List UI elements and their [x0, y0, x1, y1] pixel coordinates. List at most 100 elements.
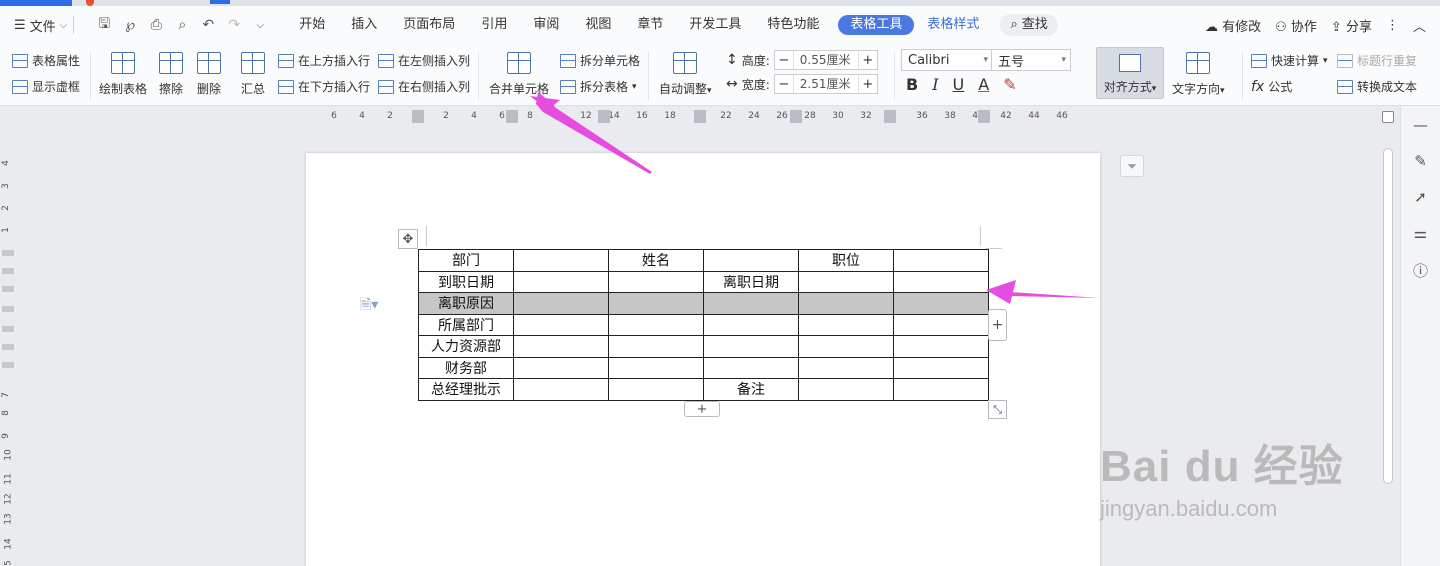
table-cell[interactable] — [893, 356, 989, 379]
table-cell[interactable] — [703, 335, 799, 358]
undo-icon[interactable]: ↶ — [200, 17, 216, 33]
auto-fit-button[interactable]: 自动调整▾ — [659, 52, 712, 97]
table-cell[interactable]: 人力资源部 — [418, 335, 514, 358]
vertical-ruler[interactable]: 4 3 2 1 7 8 9 10 11 12 13 14 15 — [0, 128, 16, 566]
tab-insert[interactable]: 插入 — [338, 15, 390, 35]
tab-table-style[interactable]: 表格样式 — [914, 15, 992, 35]
table-cell[interactable] — [513, 313, 609, 336]
split-cells-button[interactable]: 拆分单元格 — [560, 52, 640, 69]
table-cell[interactable] — [798, 378, 894, 401]
table-row[interactable]: 所属部门 — [418, 313, 989, 336]
ruler-column-marker[interactable] — [598, 110, 610, 123]
ruler-column-marker[interactable] — [884, 110, 896, 123]
table-cell[interactable]: 离职日期 — [703, 270, 799, 293]
collab-button[interactable]: ⚇ 协作 — [1275, 16, 1317, 35]
table-row[interactable]: 离职原因 — [418, 292, 989, 315]
tab-special[interactable]: 特色功能 — [754, 15, 832, 35]
table-cell[interactable] — [703, 249, 799, 272]
table-cell[interactable] — [608, 335, 704, 358]
add-column-button[interactable]: + — [988, 309, 1007, 341]
table-cell[interactable] — [893, 313, 989, 336]
width-decrease-button[interactable]: − — [775, 77, 793, 92]
tab-developer[interactable]: 开发工具 — [676, 15, 754, 35]
table-cell[interactable] — [703, 313, 799, 336]
table-cell[interactable] — [608, 313, 704, 336]
table-cell[interactable] — [608, 292, 704, 315]
col-width-input[interactable]: 2.51厘米 — [792, 75, 859, 93]
table-cell[interactable] — [703, 356, 799, 379]
share-button[interactable]: ⇪ 分享 — [1331, 16, 1372, 35]
ruler-column-marker[interactable] — [978, 110, 990, 123]
vertical-scrollbar[interactable] — [1380, 128, 1396, 566]
table-cell[interactable]: 部门 — [418, 249, 514, 272]
table-cell[interactable] — [513, 356, 609, 379]
table-cell[interactable] — [513, 249, 609, 272]
tab-chapter[interactable]: 章节 — [624, 15, 676, 35]
table-cell[interactable] — [798, 335, 894, 358]
delete-button[interactable]: 删除 — [197, 52, 221, 97]
tab-view[interactable]: 视图 — [572, 15, 624, 35]
table-cell[interactable] — [798, 356, 894, 379]
italic-icon[interactable]: I — [932, 75, 938, 94]
horizontal-ruler[interactable]: 642246812141618222426283032363840424446 — [0, 106, 1400, 128]
table-cell[interactable] — [513, 292, 609, 315]
filter-icon[interactable]: ⏷ — [1120, 155, 1144, 177]
table-cell[interactable] — [513, 270, 609, 293]
summary-button[interactable]: 汇总 — [241, 52, 265, 97]
ruler-column-marker[interactable] — [506, 110, 518, 123]
format-painter-icon[interactable]: ℘ — [122, 17, 138, 33]
table-cell[interactable] — [513, 378, 609, 401]
data-table[interactable]: 部门 姓名 职位 到职日期 离职日期 离职原因 所属部门 人力资源部 财务部 总经理批示 备注 — [418, 249, 989, 401]
ruler-row-marker[interactable] — [2, 326, 14, 332]
ruler-toggle-icon[interactable] — [1382, 111, 1394, 123]
table-cell[interactable]: 离职原因 — [418, 292, 514, 315]
table-cell[interactable] — [513, 335, 609, 358]
table-cell[interactable]: 所属部门 — [418, 313, 514, 336]
draw-table-button[interactable]: 绘制表格 — [99, 52, 147, 97]
table-cell[interactable]: 财务部 — [418, 356, 514, 379]
table-row[interactable]: 到职日期 离职日期 — [418, 270, 989, 293]
font-name-select[interactable]: Calibri ▾ — [901, 49, 993, 71]
add-row-button[interactable]: + — [684, 401, 720, 417]
table-cell[interactable]: 备注 — [703, 378, 799, 401]
width-increase-button[interactable]: + — [859, 77, 877, 92]
table-move-handle-icon[interactable]: ✥ — [398, 229, 418, 249]
insert-row-above-button[interactable]: 在上方插入行 — [278, 52, 370, 69]
insert-col-left-button[interactable]: 在左侧插入列 — [378, 52, 470, 69]
tab-references[interactable]: 引用 — [468, 15, 520, 35]
font-color-icon[interactable]: A — [978, 75, 989, 94]
text-direction-button[interactable]: 文字方向▾ — [1172, 52, 1225, 97]
edit-pen-icon[interactable]: ✎ — [1414, 152, 1427, 170]
help-icon[interactable]: ⓘ — [1413, 260, 1428, 281]
formula-button[interactable]: fx 公式 — [1251, 78, 1292, 95]
ruler-column-marker[interactable] — [412, 110, 424, 123]
table-row[interactable]: 财务部 — [418, 356, 989, 379]
insert-col-right-button[interactable]: 在右侧插入列 — [378, 78, 470, 95]
ruler-column-marker[interactable] — [790, 110, 802, 123]
table-cell[interactable] — [798, 292, 894, 315]
merge-cells-button[interactable]: 合并单元格 — [489, 52, 549, 97]
table-cell[interactable] — [608, 378, 704, 401]
save-icon[interactable]: 🖫 — [96, 13, 112, 37]
paragraph-layout-icon[interactable]: 🗎▾ — [360, 294, 378, 318]
ruler-row-marker[interactable] — [2, 344, 14, 350]
ruler-row-marker[interactable] — [2, 250, 14, 256]
table-cell[interactable] — [893, 292, 989, 315]
highlight-icon[interactable]: ✎ — [1003, 75, 1016, 94]
search-box[interactable]: ⌕ 查找 — [1000, 14, 1058, 36]
table-row[interactable]: 部门 姓名 职位 — [418, 249, 989, 272]
table-cell[interactable] — [893, 270, 989, 293]
table-properties-button[interactable]: 表格属性 — [12, 52, 80, 69]
table-cell[interactable]: 到职日期 — [418, 270, 514, 293]
table-cell[interactable] — [893, 335, 989, 358]
quick-access-dropdown-icon[interactable]: ⌵ — [252, 20, 268, 31]
tab-page-layout[interactable]: 页面布局 — [390, 15, 468, 35]
table-cell[interactable] — [608, 270, 704, 293]
align-button[interactable]: 对齐方式▾ — [1096, 47, 1164, 99]
table-cell[interactable] — [893, 249, 989, 272]
redo-icon[interactable]: ↷ — [226, 17, 242, 33]
file-menu[interactable]: ☰ 文件 ⌵ — [14, 16, 67, 35]
underline-icon[interactable]: U — [953, 75, 965, 94]
insert-row-below-button[interactable]: 在下方插入行 — [278, 78, 370, 95]
tab-review[interactable]: 审阅 — [520, 15, 572, 35]
